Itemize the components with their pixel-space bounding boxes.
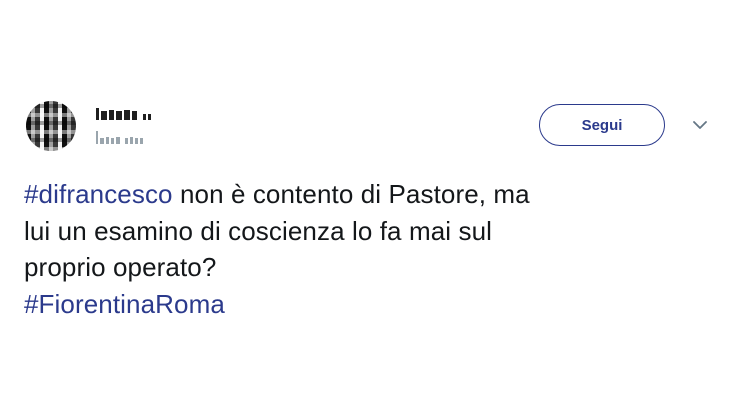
follow-button[interactable]: Segui [539, 104, 665, 146]
tweet-line-1: #difrancesco non è contento di Pastore, … [24, 176, 714, 213]
avatar-mosaic-overlay [26, 101, 76, 151]
tweet-line-3: proprio operato? [24, 252, 217, 282]
display-name-pixelated[interactable] [96, 104, 151, 120]
user-avatar[interactable] [26, 101, 76, 151]
tweet-line-1-text: non è contento di Pastore, ma [172, 179, 530, 209]
hashtag-fiorentinaroma[interactable]: #FiorentinaRoma [24, 289, 225, 319]
tweet-line-4: #FiorentinaRoma [24, 286, 714, 323]
tweet-text: #difrancesco non è contento di Pastore, … [24, 176, 714, 322]
tweet-card: Segui #difrancesco non è contento di Pas… [0, 0, 736, 409]
tweet-line-2: lui un esamino di coscienza lo fa mai su… [24, 215, 492, 246]
chevron-down-icon[interactable] [690, 118, 710, 132]
hashtag-difrancesco[interactable]: #difrancesco [24, 179, 173, 209]
username-pixelated[interactable] [96, 130, 143, 144]
